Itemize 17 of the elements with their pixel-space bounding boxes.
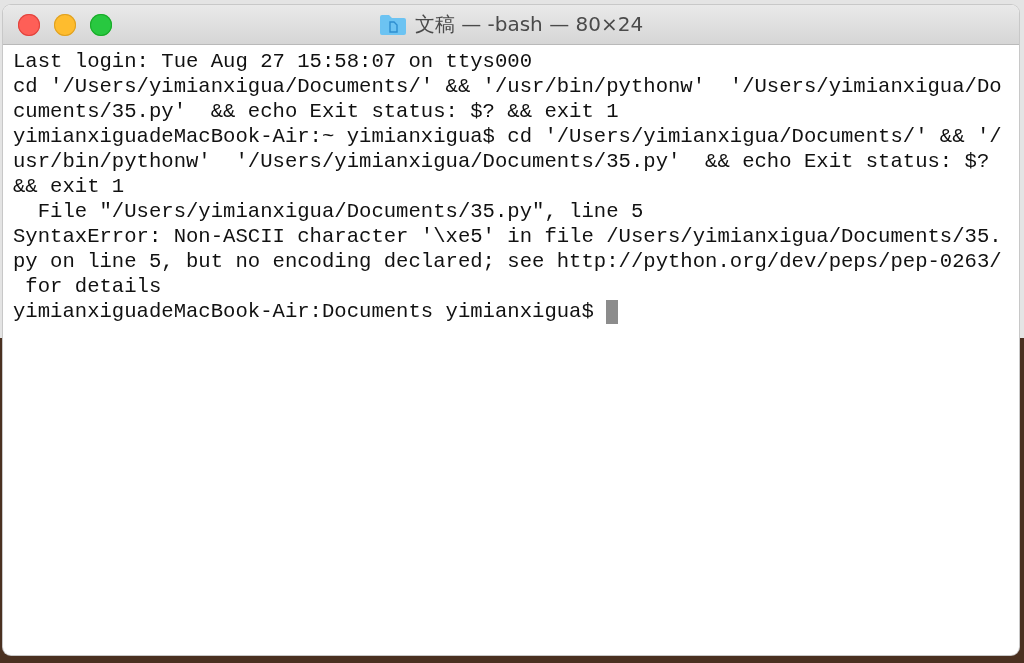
- minimize-button[interactable]: [54, 13, 76, 36]
- terminal-line: yimianxiguadeMacBook-Air:~ yimianxigua$ cd '/Users/yimianxigua/Documents/' && '/: [13, 124, 1002, 149]
- window-title: 文稿 — -bash — 80×24: [414, 11, 644, 38]
- close-button[interactable]: [18, 13, 40, 36]
- folder-icon: [378, 13, 407, 36]
- terminal-line: File "/Users/yimianxigua/Documents/35.py", line 5: [36, 199, 644, 224]
- terminal-line: usr/bin/pythonw' '/Users/yimianxigua/Documents/35.py' && echo Exit status: $?: [13, 149, 990, 174]
- terminal-line: py on line 5, but no encoding declared; see http://python.org/dev/peps/pep-0263/: [13, 249, 1002, 274]
- terminal-line: && exit 1: [13, 174, 125, 199]
- terminal-cursor: [606, 299, 619, 324]
- terminal-line: SyntaxError: Non-ASCII character '\xe5' in file /Users/yimianxigua/Documents/35.: [13, 224, 1002, 249]
- terminal-line: cd '/Users/yimianxigua/Documents/' && '/usr/bin/pythonw' '/Users/yimianxigua/Do: [13, 74, 1002, 99]
- terminal-line: for details: [24, 274, 162, 299]
- terminal-line: cuments/35.py' && echo Exit status: $? && exit 1: [13, 99, 619, 124]
- terminal-line: yimianxiguadeMacBook-Air:Documents yimianxigua$: [13, 299, 595, 324]
- terminal-line: Last login: Tue Aug 27 15:58:07 on ttys000: [13, 49, 533, 74]
- zoom-button[interactable]: [90, 13, 112, 36]
